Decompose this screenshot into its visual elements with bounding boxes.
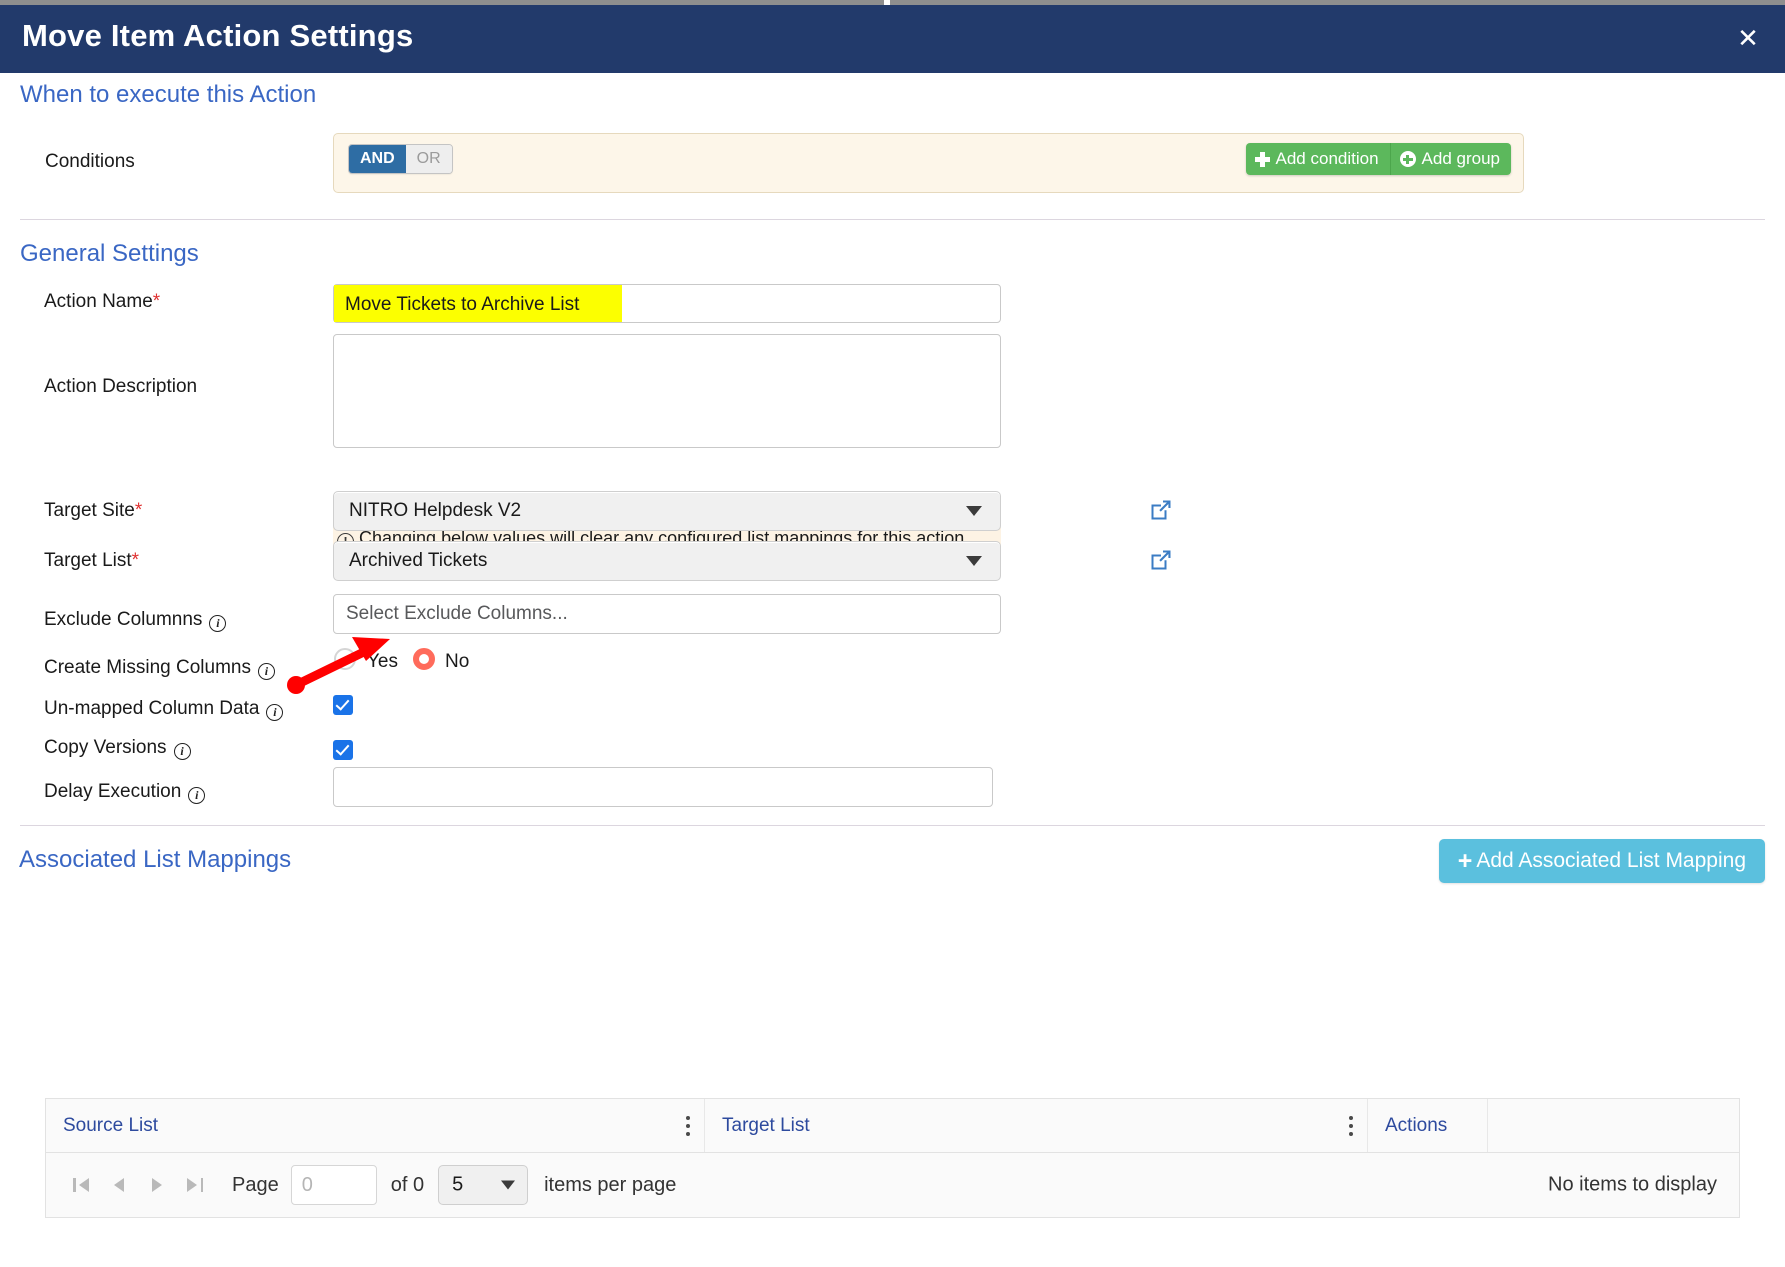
pager-page-size-value: 5 <box>452 1173 464 1196</box>
label-exclude-columns-text: Exclude Columnns <box>44 609 203 630</box>
add-group-label: Add group <box>1421 149 1500 168</box>
column-header-source-list[interactable]: Source List <box>46 1099 705 1152</box>
label-target-site: Target Site* <box>44 500 142 522</box>
info-icon-unmapped-column-data[interactable]: i <box>266 704 284 721</box>
pager-first-bar <box>73 1178 76 1192</box>
label-action-name-text: Action Name <box>44 291 153 312</box>
chevron-down-icon <box>966 506 982 516</box>
checkbox-copy-versions[interactable] <box>333 740 353 760</box>
info-icon-exclude-columns[interactable]: i <box>209 615 227 632</box>
pager-next-triangle <box>152 1178 162 1192</box>
dialog-title: Move Item Action Settings <box>22 18 414 53</box>
column-header-source-list-label: Source List <box>63 1114 159 1136</box>
grid-header-row: Source List Target List Actions <box>46 1099 1739 1153</box>
section-heading-when-to-execute: When to execute this Action <box>20 81 317 108</box>
target-list-value: Archived Tickets <box>349 550 488 571</box>
chevron-down-icon-target-list <box>966 556 982 566</box>
pager-last-bar <box>200 1178 203 1192</box>
associated-list-mappings-grid: Source List Target List Actions Page 0 o… <box>45 1098 1740 1218</box>
radio-create-missing-yes[interactable] <box>334 648 356 670</box>
section-heading-associated-list-mappings: Associated List Mappings <box>19 846 292 873</box>
label-create-missing-columns: Create Missing Columns i <box>44 657 275 680</box>
label-action-name: Action Name* <box>44 291 160 313</box>
pager-first-page-icon[interactable] <box>66 1170 96 1200</box>
operator-or-button[interactable]: OR <box>405 145 452 173</box>
label-target-list: Target List* <box>44 550 139 572</box>
pager-prev-triangle <box>114 1178 124 1192</box>
plus-icon-add-mapping: + <box>1457 846 1473 875</box>
column-header-target-list[interactable]: Target List <box>705 1099 1368 1152</box>
label-delay-execution: Delay Execution i <box>44 781 206 804</box>
target-site-value: NITRO Helpdesk V2 <box>349 500 522 521</box>
column-header-target-list-label: Target List <box>722 1114 810 1136</box>
dialog-header: Move Item Action Settings ✕ <box>0 5 1785 73</box>
pager-items-per-page-label: items per page <box>544 1173 677 1196</box>
radio-label-no: No <box>445 651 470 672</box>
pager-last-page-icon[interactable] <box>180 1170 210 1200</box>
label-copy-versions-text: Copy Versions <box>44 737 167 758</box>
pager-first-triangle <box>79 1178 89 1192</box>
exclude-columns-input[interactable] <box>333 594 1001 634</box>
column-header-actions[interactable]: Actions <box>1368 1099 1488 1152</box>
column-header-spacer <box>1488 1099 1738 1152</box>
add-associated-list-mapping-label: Add Associated List Mapping <box>1476 849 1746 872</box>
required-marker-target-list: * <box>131 550 140 571</box>
open-target-list-link-icon[interactable] <box>1150 549 1172 571</box>
pager-page-label: Page <box>232 1173 279 1196</box>
chevron-down-icon-page-size <box>501 1180 516 1190</box>
divider-when-general <box>20 219 1765 220</box>
open-target-site-link-icon[interactable] <box>1150 499 1172 521</box>
pager-page-input[interactable] <box>290 1165 377 1205</box>
label-conditions: Conditions <box>45 151 135 172</box>
label-copy-versions: Copy Versions i <box>44 737 191 760</box>
grid-empty-message: No items to display <box>1548 1173 1717 1196</box>
required-marker-target-site: * <box>134 500 143 521</box>
action-description-textarea[interactable] <box>333 334 1001 448</box>
add-condition-label: Add condition <box>1275 149 1379 168</box>
add-condition-button[interactable]: Add condition <box>1245 143 1390 175</box>
label-unmapped-column-data-text: Un-mapped Column Data <box>44 698 260 719</box>
add-associated-list-mapping-button[interactable]: + Add Associated List Mapping <box>1438 839 1765 883</box>
pager-prev-page-icon[interactable] <box>104 1170 134 1200</box>
radio-create-missing-no[interactable] <box>413 648 435 670</box>
target-list-dropdown[interactable]: Archived Tickets <box>333 541 1001 581</box>
radio-label-yes: Yes <box>367 651 398 672</box>
column-menu-icon-source-list[interactable] <box>686 1115 690 1136</box>
section-heading-general-settings: General Settings <box>20 240 199 267</box>
label-target-list-text: Target List <box>44 550 132 571</box>
column-header-actions-label: Actions <box>1385 1114 1448 1136</box>
dialog-body: When to execute this Action Conditions A… <box>0 73 1785 1267</box>
label-exclude-columns: Exclude Columnns i <box>44 609 227 632</box>
conditions-button-group: Add condition Add group <box>1245 143 1511 175</box>
column-menu-icon-target-list[interactable] <box>1349 1115 1353 1136</box>
checkbox-unmapped-column-data[interactable] <box>333 695 353 715</box>
required-marker: * <box>152 291 161 312</box>
grid-pager: Page of 0 5 items per page No items to d… <box>46 1153 1739 1217</box>
app-window: Move Item Action Settings ✕ When to exec… <box>0 0 1785 1267</box>
label-unmapped-column-data: Un-mapped Column Data i <box>44 698 284 721</box>
and-or-toggle[interactable]: AND OR <box>348 144 453 174</box>
add-group-button[interactable]: Add group <box>1389 143 1511 175</box>
plus-circle-icon <box>1399 151 1416 167</box>
action-name-input[interactable] <box>333 284 1001 323</box>
plus-icon <box>1254 151 1270 167</box>
info-icon-delay-execution[interactable]: i <box>188 787 206 804</box>
label-action-description: Action Description <box>44 376 198 397</box>
target-site-dropdown[interactable]: NITRO Helpdesk V2 <box>333 491 1001 531</box>
label-create-missing-columns-text: Create Missing Columns <box>44 657 251 678</box>
info-icon-copy-versions[interactable]: i <box>173 743 191 760</box>
label-target-site-text: Target Site <box>44 500 135 521</box>
pager-of-label: of 0 <box>390 1173 425 1196</box>
delay-execution-input[interactable] <box>333 767 993 807</box>
operator-and-button[interactable]: AND <box>349 145 406 173</box>
info-icon-create-missing-columns[interactable]: i <box>257 663 275 680</box>
close-icon[interactable]: ✕ <box>1733 23 1763 53</box>
pager-page-size-dropdown[interactable]: 5 <box>438 1165 529 1205</box>
pager-next-page-icon[interactable] <box>142 1170 172 1200</box>
conditions-panel: AND OR Add condition Add group <box>333 133 1524 193</box>
divider-general-mappings <box>20 825 1765 826</box>
label-delay-execution-text: Delay Execution <box>44 781 182 802</box>
pager-last-triangle <box>187 1178 197 1192</box>
